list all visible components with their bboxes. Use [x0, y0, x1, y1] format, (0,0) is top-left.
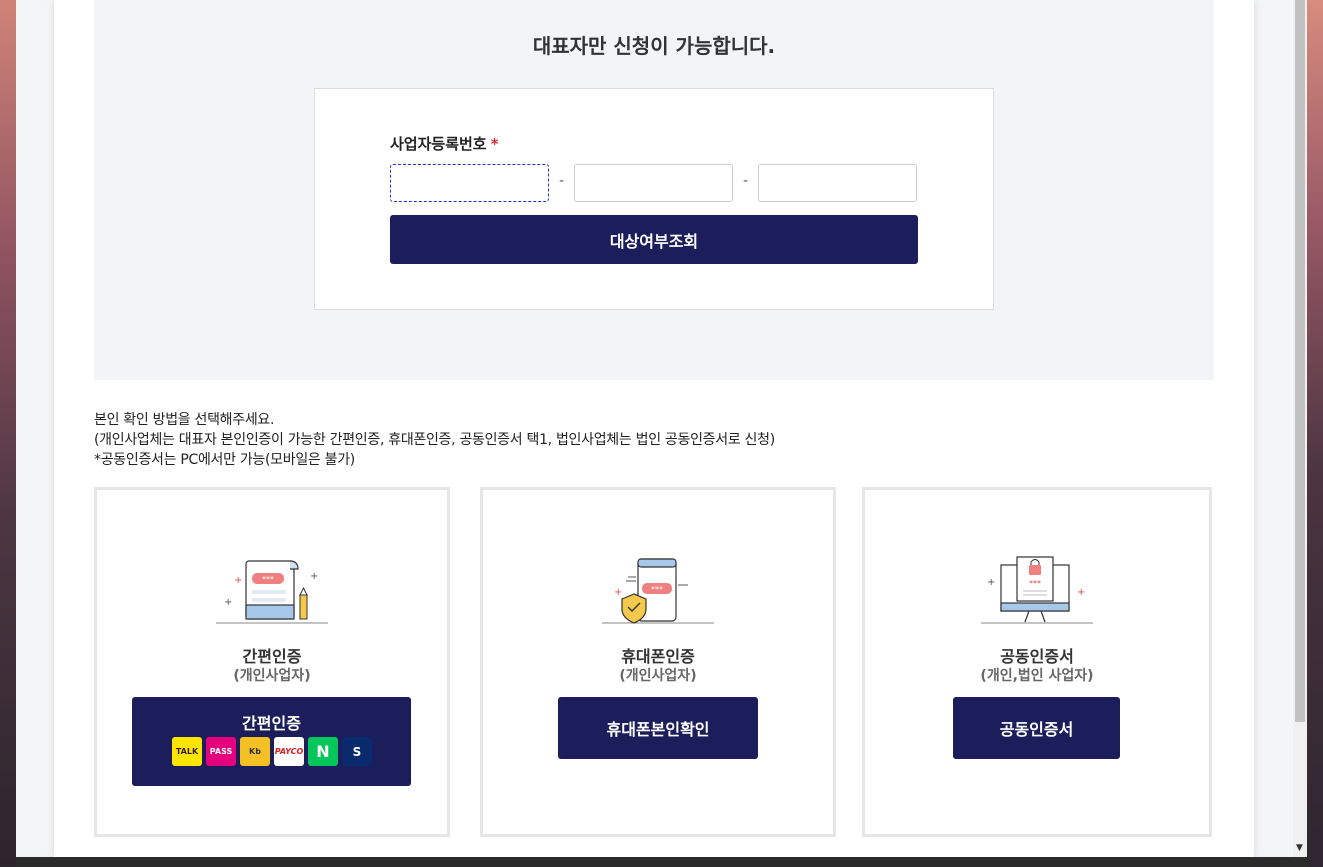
svg-text:+: +: [987, 577, 995, 588]
business-number-label: 사업자등록번호 *: [390, 133, 498, 154]
svg-text:+: +: [614, 587, 622, 598]
document-pencil-icon: *** + + +: [216, 555, 328, 629]
scrollbar-thumb[interactable]: [1295, 0, 1305, 722]
joint-certificate-subtitle: (개인,법인 사업자): [980, 668, 1094, 684]
svg-text:***: ***: [1029, 579, 1041, 588]
desktop-background-left: [0, 0, 16, 867]
panel-title: 대표자만 신청이 가능합니다.: [532, 34, 776, 58]
auth-provider-logos: TALK PASS Kb PAYCO N S: [172, 737, 372, 766]
joint-certificate-button[interactable]: 공동인증서: [953, 697, 1120, 759]
instruction-line: *공동인증서는 PC에서만 가능(모바일은 불가): [94, 452, 355, 468]
browser-window: 대표자만 신청이 가능합니다. 사업자등록번호 * - - 대상여부조회 본인 확…: [16, 0, 1307, 857]
simple-auth-card: *** + + + 간편인증 (개인사업자) 간편인증 TALK PASS Kb…: [94, 487, 450, 837]
business-number-part3-input[interactable]: [758, 164, 917, 202]
desktop-background-right: [1307, 0, 1323, 867]
simple-auth-subtitle: (개인사업자): [233, 668, 311, 684]
content-container: 대표자만 신청이 가능합니다. 사업자등록번호 * - - 대상여부조회 본인 확…: [54, 0, 1254, 857]
shinhan-bank-logo-icon: S: [342, 737, 372, 766]
svg-text:***: ***: [651, 585, 663, 594]
scroll-down-arrow-icon[interactable]: ▼: [1296, 843, 1303, 853]
naver-logo-icon: N: [308, 737, 338, 766]
check-eligibility-button[interactable]: 대상여부조회: [390, 215, 918, 264]
page-area: 대표자만 신청이 가능합니다. 사업자등록번호 * - - 대상여부조회 본인 확…: [16, 0, 1293, 857]
phone-auth-subtitle: (개인사업자): [619, 668, 697, 684]
svg-text:+: +: [310, 571, 318, 582]
business-number-part1-input[interactable]: [390, 164, 549, 202]
simple-auth-button-label: 간편인증: [242, 714, 301, 733]
kb-bank-logo-icon: Kb: [240, 737, 270, 766]
instruction-line: (개인사업체는 대표자 본인인증이 가능한 간편인증, 휴대폰인증, 공동인증서…: [94, 432, 775, 448]
phone-auth-card: *** + 휴대폰인증 (개인사업자) 휴대폰본인확인: [480, 487, 836, 837]
simple-auth-button[interactable]: 간편인증 TALK PASS Kb PAYCO N S: [132, 697, 411, 786]
separator-dash: -: [559, 173, 565, 189]
pass-logo-icon: PASS: [206, 737, 236, 766]
phone-auth-title: 휴대폰인증: [621, 647, 695, 666]
svg-text:***: ***: [262, 575, 274, 584]
monitor-certificate-icon: *** + +: [981, 555, 1093, 629]
eligibility-panel: 대표자만 신청이 가능합니다. 사업자등록번호 * - - 대상여부조회: [94, 0, 1214, 380]
window-bottom-edge: [16, 857, 1307, 867]
auth-method-instructions: 본인 확인 방법을 선택해주세요. (개인사업체는 대표자 본인인증이 가능한 …: [94, 410, 775, 470]
svg-text:+: +: [1077, 587, 1085, 598]
joint-certificate-card: *** + + 공동인증서 (개인,법인 사업자) 공동인증서: [862, 487, 1212, 837]
kakao-talk-logo-icon: TALK: [172, 737, 202, 766]
payco-logo-icon: PAYCO: [274, 737, 304, 766]
svg-text:+: +: [234, 575, 242, 586]
separator-dash: -: [743, 173, 749, 189]
business-number-label-text: 사업자등록번호: [390, 135, 487, 153]
svg-text:+: +: [224, 597, 232, 608]
joint-certificate-title: 공동인증서: [1000, 647, 1074, 666]
simple-auth-title: 간편인증: [242, 647, 302, 666]
instruction-line: 본인 확인 방법을 선택해주세요.: [94, 412, 275, 428]
business-number-form: 사업자등록번호 * - - 대상여부조회: [314, 88, 994, 310]
phone-auth-button[interactable]: 휴대폰본인확인: [558, 697, 758, 759]
smartphone-shield-icon: *** +: [602, 555, 714, 629]
required-mark: *: [490, 135, 499, 153]
business-number-part2-input[interactable]: [574, 164, 733, 202]
vertical-scrollbar[interactable]: ▼: [1293, 0, 1307, 857]
